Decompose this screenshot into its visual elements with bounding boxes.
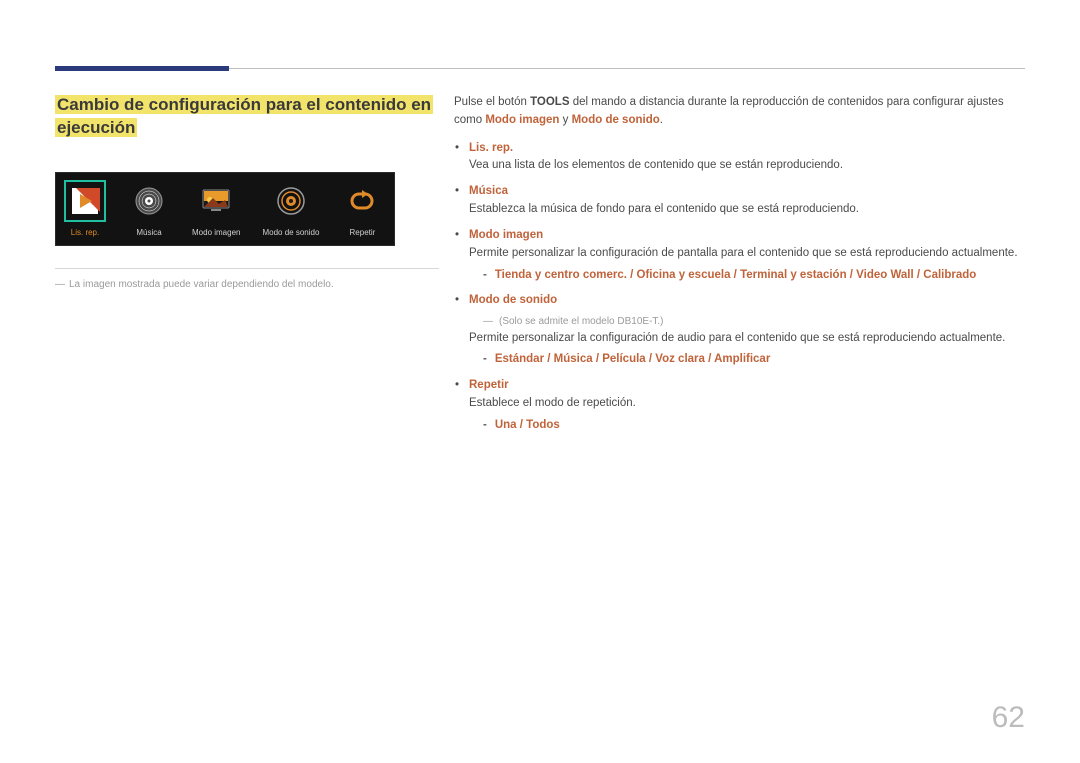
option-modoimagen-desc: Permite personalizar la configuración de… [469, 245, 1028, 263]
option-modosonido-note: (Solo se admite el modelo DB10E-T.) [483, 314, 1028, 330]
option-repetir-title: Repetir [469, 377, 1028, 395]
option-repetir-sub: - Una / Todos [483, 417, 1028, 435]
playback-toolbar: Lis. rep. Música [55, 172, 395, 246]
intro-paragraph: Pulse el botón TOOLS del mando a distanc… [454, 94, 1028, 130]
left-column: Cambio de configuración para el contenid… [55, 94, 439, 290]
toolbar-label-picture-mode: Modo imagen [192, 228, 240, 237]
option-musica: • Música Establezca la música de fondo p… [454, 183, 1028, 219]
option-lisrep-desc: Vea una lista de los elementos de conten… [469, 157, 1028, 175]
toolbar-label-sound-mode: Modo de sonido [262, 228, 319, 237]
left-divider [55, 268, 439, 269]
toolbar-label-playlist: Lis. rep. [71, 228, 99, 237]
option-modosonido-title: Modo de sonido [469, 292, 1028, 310]
picture-mode-icon [199, 184, 233, 218]
option-modosonido-sub: - Estándar / Música / Película / Voz cla… [483, 351, 1028, 369]
option-modosonido: • Modo de sonido (Solo se admite el mode… [454, 292, 1028, 369]
option-modoimagen-title: Modo imagen [469, 227, 1028, 245]
options-list: • Lis. rep. Vea una lista de los element… [454, 140, 1028, 435]
left-note: ―La imagen mostrada puede variar dependi… [55, 279, 439, 290]
right-column: Pulse el botón TOOLS del mando a distanc… [454, 94, 1028, 435]
playlist-icon [68, 184, 102, 218]
option-lisrep: • Lis. rep. Vea una lista de los element… [454, 140, 1028, 176]
sound-mode-icon [274, 184, 308, 218]
toolbar-item-music[interactable]: Música [128, 180, 170, 237]
toolbar-item-picture-mode[interactable]: Modo imagen [192, 180, 240, 237]
option-musica-desc: Establezca la música de fondo para el co… [469, 201, 1028, 219]
toolbar-item-repeat[interactable]: Repetir [341, 180, 383, 237]
option-modoimagen-sub: - Tienda y centro comerc. / Oficina y es… [483, 267, 1028, 285]
repeat-icon [345, 184, 379, 218]
option-repetir: • Repetir Establece el modo de repetició… [454, 377, 1028, 434]
option-repetir-desc: Establece el modo de repetición. [469, 395, 1028, 413]
section-title-line2: ejecución [55, 118, 137, 137]
toolbar-label-repeat: Repetir [350, 228, 376, 237]
section-title-line1: Cambio de configuración para el contenid… [55, 95, 433, 114]
section-title: Cambio de configuración para el contenid… [55, 94, 439, 140]
option-modoimagen: • Modo imagen Permite personalizar la co… [454, 227, 1028, 284]
toolbar-item-playlist[interactable]: Lis. rep. [64, 180, 106, 237]
page-number: 62 [992, 701, 1025, 735]
option-modosonido-desc: Permite personalizar la configuración de… [469, 330, 1028, 348]
toolbar-item-sound-mode[interactable]: Modo de sonido [262, 180, 319, 237]
option-lisrep-title: Lis. rep. [469, 140, 1028, 158]
music-disc-icon [132, 184, 166, 218]
option-musica-title: Música [469, 183, 1028, 201]
header-accent [55, 66, 229, 71]
toolbar-label-music: Música [136, 228, 161, 237]
